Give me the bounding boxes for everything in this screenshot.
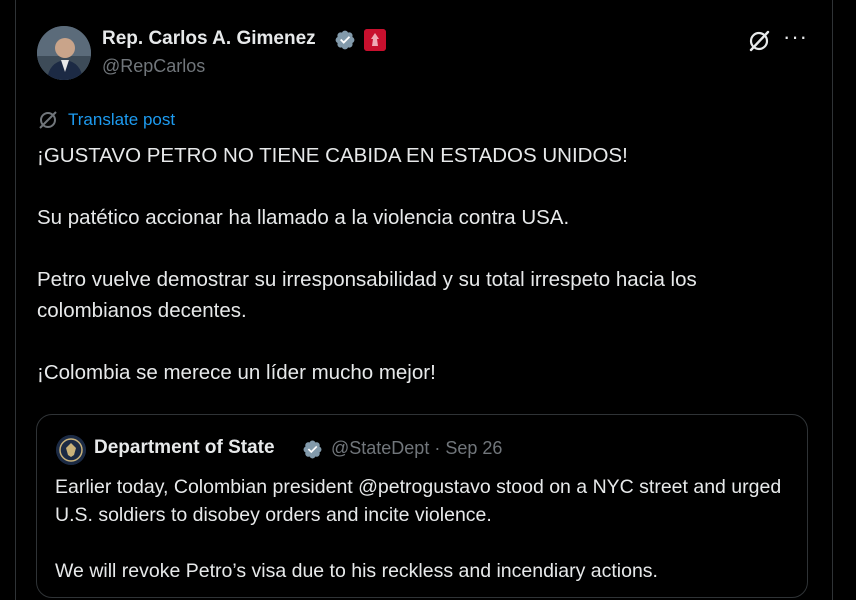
quoted-author-handle[interactable]: @StateDept (331, 438, 429, 458)
quoted-author-name[interactable]: Department of State (94, 437, 275, 459)
author-name[interactable]: Rep. Carlos A. Gimenez (102, 28, 316, 50)
post-paragraph: ¡GUSTAVO PETRO NO TIENE CABIDA EN ESTADO… (37, 144, 628, 167)
globe-icon (39, 111, 57, 129)
more-icon[interactable]: ··· (783, 26, 809, 50)
quoted-post-date[interactable]: Sep 26 (445, 438, 502, 458)
grok-icon[interactable] (746, 28, 772, 54)
verified-badge-icon (303, 440, 322, 459)
quoted-meta: @StateDept · Sep 26 (331, 438, 502, 459)
house-seal-icon (364, 29, 386, 51)
post-paragraph: ¡Colombia se merece un líder mucho mejor… (37, 361, 436, 384)
quoted-paragraph: Earlier today, Colombian president @petr… (55, 476, 782, 526)
post-paragraph: Petro vuelve demostrar su irresponsabili… (37, 268, 697, 322)
verified-badge-icon (335, 30, 355, 50)
quoted-paragraph: We will revoke Petro’s visa due to his r… (55, 560, 658, 582)
quoted-post[interactable]: Department of State @StateDept · Sep 26 … (36, 414, 808, 598)
meta-separator: · (434, 438, 441, 458)
translate-post-label[interactable]: Translate post (68, 110, 175, 130)
post-text: ¡GUSTAVO PETRO NO TIENE CABIDA EN ESTADO… (37, 140, 817, 388)
author-handle[interactable]: @RepCarlos (102, 56, 205, 77)
post-paragraph: Su patético accionar ha llamado a la vio… (37, 206, 570, 229)
author-avatar[interactable] (37, 26, 91, 80)
quoted-author-avatar[interactable] (56, 435, 86, 465)
quoted-post-text: Earlier today, Colombian president @petr… (55, 473, 795, 585)
